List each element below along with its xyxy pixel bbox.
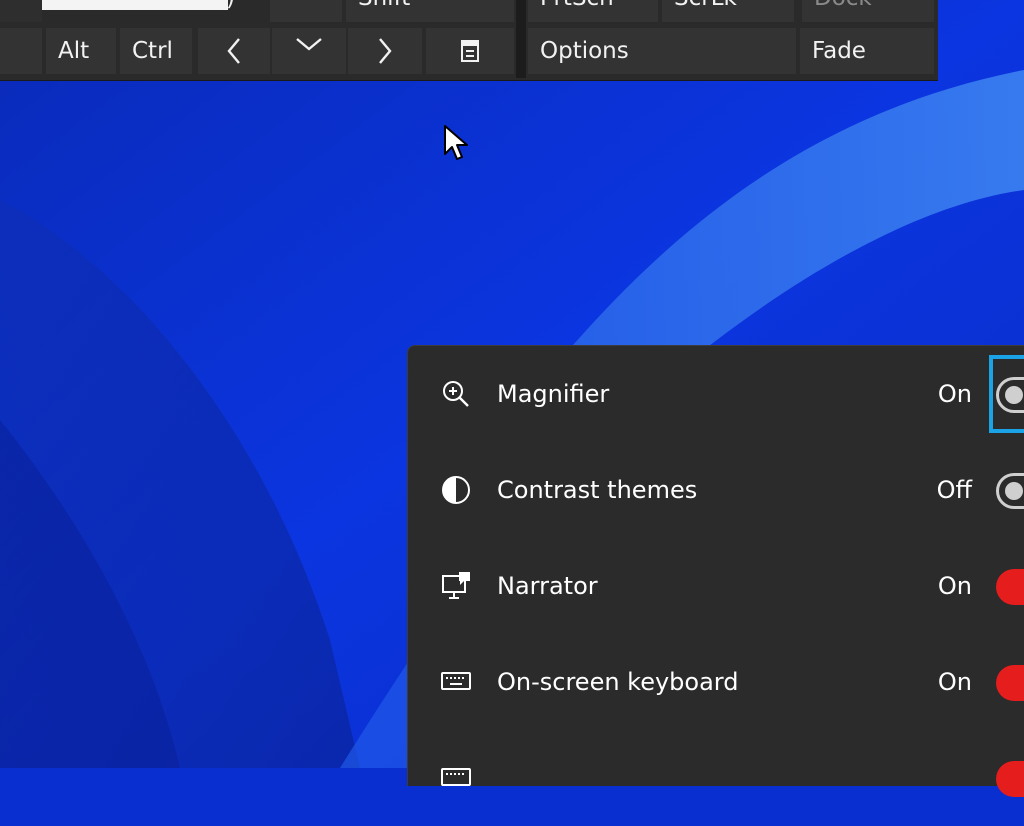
key-fade[interactable]: Fade — [800, 28, 934, 74]
mouse-cursor-icon — [444, 125, 468, 160]
contrast-themes-row[interactable]: Contrast themes Off — [408, 442, 1024, 538]
key-dock[interactable]: Dock — [802, 0, 934, 22]
key-ctrl[interactable]: Ctrl — [120, 28, 192, 74]
key-alt-label: Alt — [58, 38, 90, 64]
keyboard-divider — [516, 0, 526, 78]
key-alt[interactable]: Alt — [46, 28, 116, 74]
key-partial[interactable] — [44, 0, 114, 22]
key-dock-label: Dock — [814, 0, 872, 11]
key-paren[interactable]: ) — [194, 0, 266, 22]
key-prtscn-label: PrtScn — [540, 0, 614, 11]
key-shift[interactable]: Shift — [346, 0, 514, 22]
chevron-right-icon — [379, 38, 392, 64]
on-screen-keyboard-row[interactable]: On-screen keyboard On — [408, 634, 1024, 730]
chevron-left-icon — [227, 38, 240, 64]
key-options-label: Options — [540, 38, 629, 64]
narrator-state: On — [937, 572, 972, 600]
keyboard-icon — [440, 762, 472, 794]
partial-row-toggle[interactable] — [996, 761, 1024, 797]
on-screen-keyboard: ) Shift PrtScn ScrLk Dock Alt Ctrl Optio… — [0, 0, 938, 81]
toggle-knob — [1005, 482, 1023, 500]
magnifier-label: Magnifier — [497, 380, 610, 408]
key-options[interactable]: Options — [528, 28, 796, 74]
magnifier-icon — [440, 378, 472, 410]
key-menu[interactable] — [426, 28, 514, 74]
chevron-down-icon — [296, 38, 322, 51]
key-left-arrow[interactable] — [198, 28, 270, 74]
key-down-arrow[interactable] — [272, 28, 346, 74]
key-partial-left[interactable] — [0, 28, 42, 74]
on-screen-keyboard-label: On-screen keyboard — [497, 668, 739, 696]
key-shift-label: Shift — [358, 0, 410, 11]
key-paren-label: ) — [226, 0, 235, 11]
accessibility-flyout: Magnifier On Contrast themes Off Narrato… — [407, 345, 1024, 797]
menu-key-icon — [461, 40, 479, 62]
narrator-row[interactable]: Narrator On — [408, 538, 1024, 634]
partial-row[interactable] — [408, 730, 1024, 826]
key-right-arrow[interactable] — [348, 28, 422, 74]
key-partial[interactable] — [118, 0, 190, 22]
on-screen-keyboard-state: On — [937, 668, 972, 696]
contrast-themes-toggle[interactable] — [996, 473, 1024, 509]
key-scrlk-label: ScrLk — [674, 0, 737, 11]
key-prtscn[interactable]: PrtScn — [528, 0, 658, 22]
contrast-icon — [440, 474, 472, 506]
narrator-toggle[interactable] — [996, 569, 1024, 605]
magnifier-row[interactable]: Magnifier On — [408, 346, 1024, 442]
magnifier-state: On — [937, 380, 972, 408]
key-partial[interactable] — [0, 0, 42, 22]
key-ctrl-label: Ctrl — [132, 38, 173, 64]
contrast-themes-state: Off — [936, 476, 972, 504]
toggle-knob — [1005, 386, 1023, 404]
key-scrlk[interactable]: ScrLk — [662, 0, 794, 22]
key-blank[interactable] — [270, 0, 342, 22]
narrator-label: Narrator — [497, 572, 598, 600]
keyboard-icon — [440, 666, 472, 698]
on-screen-keyboard-toggle[interactable] — [996, 665, 1024, 701]
key-fade-label: Fade — [812, 38, 866, 64]
narrator-icon — [440, 570, 472, 602]
contrast-themes-label: Contrast themes — [497, 476, 698, 504]
magnifier-toggle[interactable] — [996, 377, 1024, 413]
